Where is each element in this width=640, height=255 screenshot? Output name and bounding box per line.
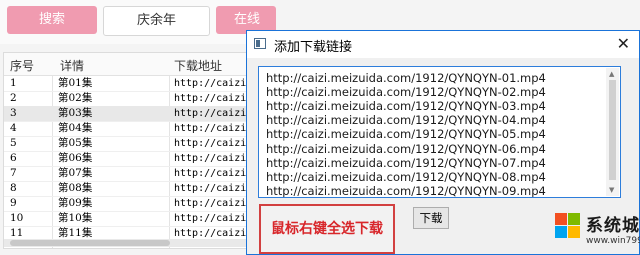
download-link-line: http://caizi.meizuida.com/1912/QYNQYN-09… xyxy=(266,183,546,198)
watermark-url: www.win7999.com xyxy=(586,236,640,246)
row-index: 4 xyxy=(10,122,17,134)
row-url: http://caizi. xyxy=(174,123,253,134)
close-icon[interactable]: ✕ xyxy=(617,34,630,53)
row-detail: 第03集 xyxy=(58,107,93,119)
row-index: 6 xyxy=(10,152,17,164)
window-icon xyxy=(254,38,266,49)
row-url: http://caizi. xyxy=(174,213,253,224)
toolbar: 搜索 庆余年 在线 xyxy=(0,0,276,44)
header-detail: 详情 xyxy=(60,59,85,73)
windows-logo-icon xyxy=(555,213,581,239)
row-url: http://caizi. xyxy=(174,183,253,194)
dialog-titlebar: 添加下载链接 ✕ xyxy=(247,31,639,58)
row-index: 5 xyxy=(10,137,17,149)
table-header: 序号 详情 下载地址 xyxy=(4,53,266,76)
row-index: 9 xyxy=(10,197,17,209)
scroll-up-icon[interactable]: ▲ xyxy=(609,70,614,78)
table-row[interactable]: 9 第09集 http://caizi. xyxy=(4,196,266,212)
download-link-line: http://caizi.meizuida.com/1912/QYNQYN-07… xyxy=(266,155,546,170)
dialog-title: 添加下载链接 xyxy=(274,40,353,55)
scrollbar-thumb[interactable] xyxy=(10,240,170,246)
watermark: 系统城 www.win7999.com xyxy=(555,209,640,255)
row-detail: 第02集 xyxy=(58,92,93,104)
row-detail: 第01集 xyxy=(58,77,93,89)
row-url: http://caizi. xyxy=(174,153,253,164)
row-detail: 第07集 xyxy=(58,167,93,179)
table-row[interactable]: 8 第08集 http://caizi. xyxy=(4,181,266,197)
links-textarea[interactable]: http://caizi.meizuida.com/1912/QYNQYN-01… xyxy=(258,66,621,198)
download-link-line: http://caizi.meizuida.com/1912/QYNQYN-06… xyxy=(266,141,546,156)
row-index: 1 xyxy=(10,77,17,89)
row-detail: 第06集 xyxy=(58,152,93,164)
scrollbar-thumb[interactable] xyxy=(609,80,616,180)
table-row[interactable]: 7 第07集 http://caizi. xyxy=(4,166,266,182)
row-url: http://caizi. xyxy=(174,198,253,209)
download-link-line: http://caizi.meizuida.com/1912/QYNQYN-08… xyxy=(266,169,546,184)
row-detail: 第10集 xyxy=(58,212,93,224)
download-link-line: http://caizi.meizuida.com/1912/QYNQYN-02… xyxy=(266,85,546,100)
row-url: http://caizi. xyxy=(174,168,253,179)
row-detail: 第04集 xyxy=(58,122,93,134)
right-click-select-all-note: 鼠标右键全选下载 xyxy=(259,204,395,254)
download-button[interactable]: 下载 xyxy=(413,207,449,229)
download-link-line: http://caizi.meizuida.com/1912/QYNQYN-05… xyxy=(266,127,546,142)
header-index: 序号 xyxy=(10,59,35,73)
horizontal-scrollbar[interactable] xyxy=(4,239,266,247)
table-row[interactable]: 1 第01集 http://caizi. xyxy=(4,76,266,92)
download-link-line: http://caizi.meizuida.com/1912/QYNQYN-04… xyxy=(266,113,546,128)
row-index: 10 xyxy=(10,212,24,224)
row-url: http://caizi. xyxy=(174,138,253,149)
scroll-down-icon[interactable]: ▼ xyxy=(609,186,614,194)
row-url: http://caizi. xyxy=(174,78,253,89)
table-row[interactable]: 4 第04集 http://caizi. xyxy=(4,121,266,137)
row-index: 2 xyxy=(10,92,17,104)
header-url: 下载地址 xyxy=(174,59,223,73)
search-button[interactable]: 搜索 xyxy=(7,6,97,34)
drama-name-field[interactable]: 庆余年 xyxy=(103,6,210,36)
row-index: 7 xyxy=(10,167,17,179)
row-index: 8 xyxy=(10,182,17,194)
row-detail: 第09集 xyxy=(58,197,93,209)
episode-table: 序号 详情 下载地址 1 第01集 http://caizi. 2 第02集 http:/… xyxy=(3,52,267,249)
table-row[interactable]: 6 第06集 http://caizi. xyxy=(4,151,266,167)
row-detail: 第08集 xyxy=(58,182,93,194)
vertical-scrollbar[interactable]: ▲ ▼ xyxy=(606,68,619,196)
table-row[interactable]: 5 第05集 http://caizi. xyxy=(4,136,266,152)
row-url: http://caizi. xyxy=(174,93,253,104)
row-detail: 第05集 xyxy=(58,137,93,149)
table-row[interactable]: 10 第10集 http://caizi. xyxy=(4,211,266,227)
download-link-line: http://caizi.meizuida.com/1912/QYNQYN-03… xyxy=(266,99,546,114)
watermark-title: 系统城 xyxy=(586,216,640,236)
table-row[interactable]: 2 第02集 http://caizi. xyxy=(4,91,266,107)
row-index: 3 xyxy=(10,107,17,119)
download-link-line: http://caizi.meizuida.com/1912/QYNQYN-01… xyxy=(266,71,546,85)
row-url: http://caizi. xyxy=(174,108,253,119)
table-row[interactable]: 3 第03集 http://caizi. xyxy=(4,106,266,122)
